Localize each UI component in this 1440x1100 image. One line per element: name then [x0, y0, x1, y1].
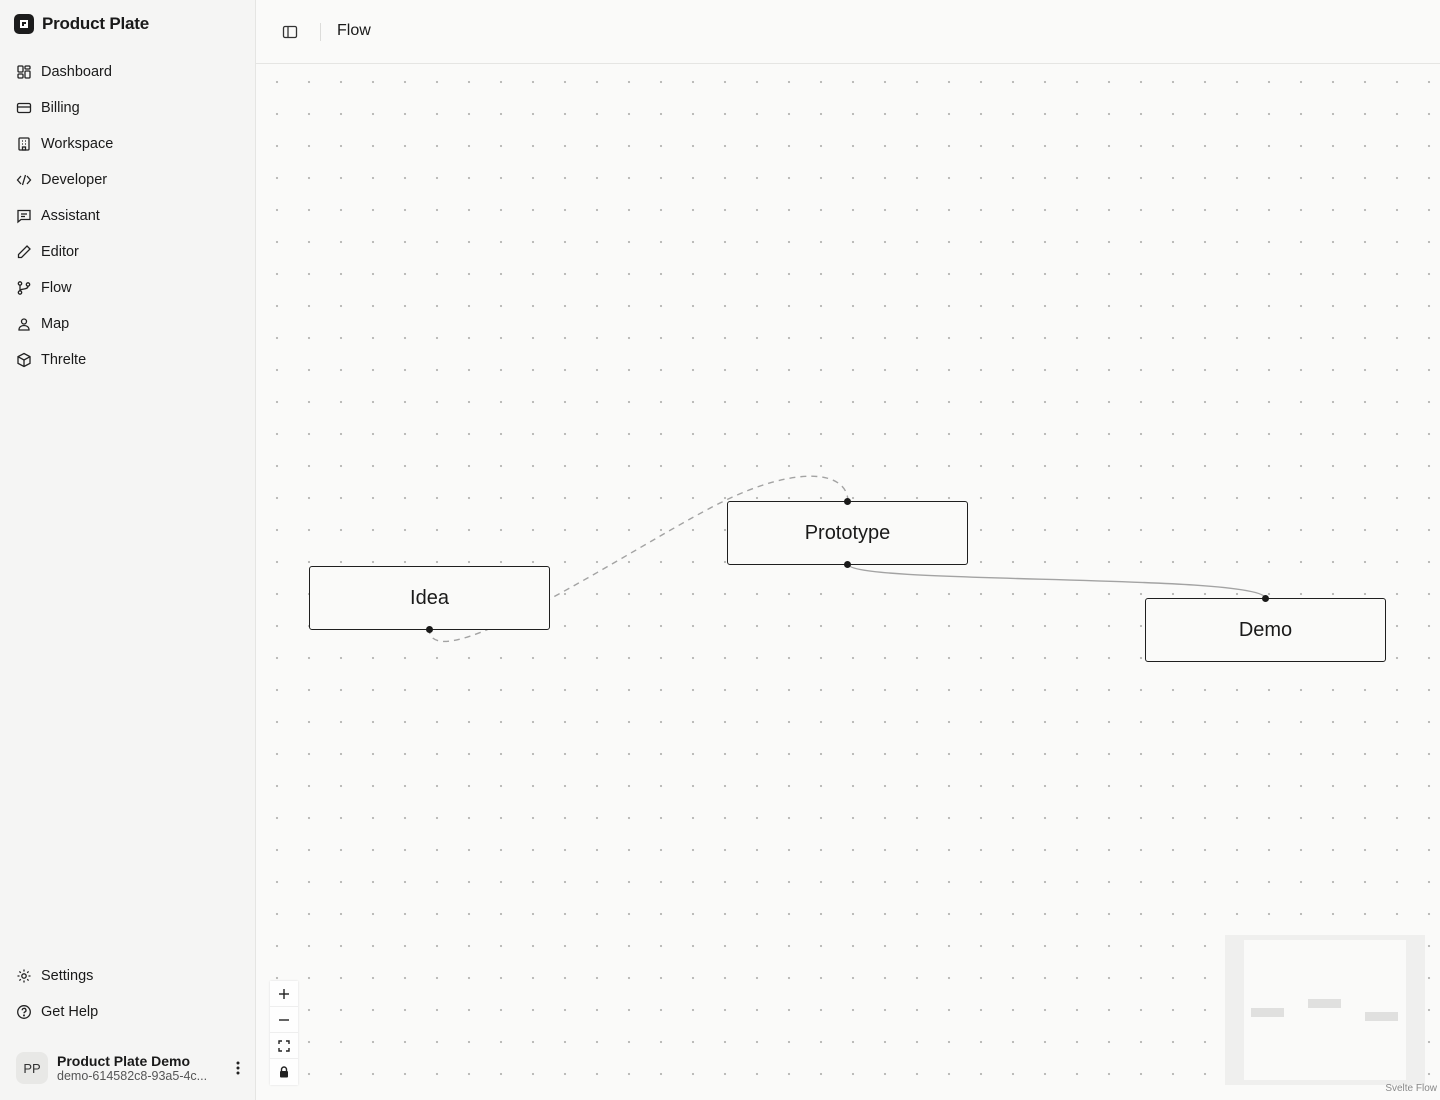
- sidebar-item-map[interactable]: Map: [8, 306, 248, 342]
- target-handle[interactable]: [844, 498, 851, 505]
- sidebar-toggle-icon[interactable]: [280, 21, 300, 43]
- minimap-node: [1365, 1012, 1398, 1021]
- flow-controls: [270, 981, 298, 1085]
- flow-minimap[interactable]: [1225, 935, 1425, 1085]
- sidebar-item-label: Assistant: [41, 208, 100, 224]
- sidebar-item-label: Map: [41, 316, 70, 332]
- git-branch-icon: [17, 281, 31, 295]
- code-icon: [16, 174, 32, 186]
- building-icon: [18, 137, 30, 151]
- node-label: Idea: [410, 586, 449, 609]
- avatar: PP: [16, 1052, 48, 1084]
- node-label: Prototype: [804, 521, 891, 544]
- sidebar-bottom-nav: Settings Get Help: [8, 958, 248, 1030]
- sidebar-item-label: Flow: [41, 280, 72, 296]
- sidebar-item-assistant[interactable]: Assistant: [8, 198, 248, 234]
- page-title: Flow: [337, 22, 371, 39]
- pencil-icon: [17, 245, 31, 259]
- sidebar-item-billing[interactable]: Billing: [8, 90, 248, 126]
- sidebar-item-developer[interactable]: Developer: [8, 162, 248, 198]
- sidebar: Product Plate Dashboard Billing Workspac…: [0, 0, 256, 1100]
- credit-card-icon: [16, 102, 32, 114]
- source-handle[interactable]: [844, 561, 851, 568]
- box-icon: [17, 352, 31, 368]
- zoom-out-icon[interactable]: [270, 1007, 298, 1033]
- minimap-viewport: [1244, 940, 1406, 1080]
- brand-name: Product Plate: [42, 14, 149, 33]
- sidebar-item-label: Editor: [41, 244, 79, 260]
- sidebar-item-label: Dashboard: [41, 64, 112, 80]
- sidebar-item-label: Get Help: [41, 1004, 99, 1020]
- sidebar-nav: Dashboard Billing Workspace Developer As…: [8, 54, 248, 378]
- message-square-icon: [17, 209, 31, 224]
- edge-prototype-demo[interactable]: [847, 563, 1267, 600]
- product-plate-logo-icon: [14, 14, 34, 34]
- source-handle[interactable]: [426, 626, 433, 633]
- minimap-node: [1251, 1008, 1284, 1017]
- sidebar-item-editor[interactable]: Editor: [8, 234, 248, 270]
- sidebar-item-dashboard[interactable]: Dashboard: [8, 54, 248, 90]
- sidebar-item-label: Workspace: [41, 136, 114, 152]
- sidebar-item-workspace[interactable]: Workspace: [8, 126, 248, 162]
- gear-icon: [17, 969, 31, 983]
- sidebar-item-flow[interactable]: Flow: [8, 270, 248, 306]
- dashboard-icon: [17, 65, 31, 79]
- header-divider: [320, 23, 321, 41]
- help-circle-icon: [17, 1005, 31, 1019]
- sidebar-item-threlte[interactable]: Threlte: [8, 342, 248, 378]
- page-header: Flow: [256, 0, 1440, 64]
- map-pin-user-icon: [18, 318, 30, 331]
- svelte-flow-attribution[interactable]: Svelte Flow: [1385, 1083, 1437, 1094]
- flow-node-idea[interactable]: Idea: [309, 566, 550, 633]
- user-id: demo-614582c8-93a5-4c...: [57, 1069, 208, 1083]
- user-name: Product Plate Demo: [57, 1053, 191, 1069]
- flow-node-demo[interactable]: Demo: [1145, 595, 1386, 662]
- more-vertical-icon[interactable]: [228, 1056, 248, 1080]
- sidebar-item-label: Threlte: [41, 352, 87, 368]
- fit-view-icon[interactable]: [270, 1033, 298, 1059]
- node-label: Demo: [1238, 618, 1293, 641]
- target-handle[interactable]: [1262, 595, 1269, 602]
- sidebar-item-get-help[interactable]: Get Help: [8, 994, 248, 1030]
- sidebar-item-label: Billing: [41, 100, 80, 116]
- sidebar-item-label: Developer: [41, 172, 108, 188]
- zoom-in-icon[interactable]: [270, 981, 298, 1007]
- flow-node-prototype[interactable]: Prototype: [727, 498, 968, 568]
- sidebar-item-label: Settings: [41, 968, 94, 984]
- user-profile[interactable]: PP Product Plate Demo demo-614582c8-93a5…: [16, 1050, 248, 1086]
- minimap-node: [1308, 999, 1341, 1008]
- lock-icon[interactable]: [270, 1059, 298, 1085]
- brand[interactable]: Product Plate: [14, 12, 149, 36]
- user-info: Product Plate Demo demo-614582c8-93a5-4c…: [57, 1053, 219, 1083]
- sidebar-item-settings[interactable]: Settings: [8, 958, 248, 994]
